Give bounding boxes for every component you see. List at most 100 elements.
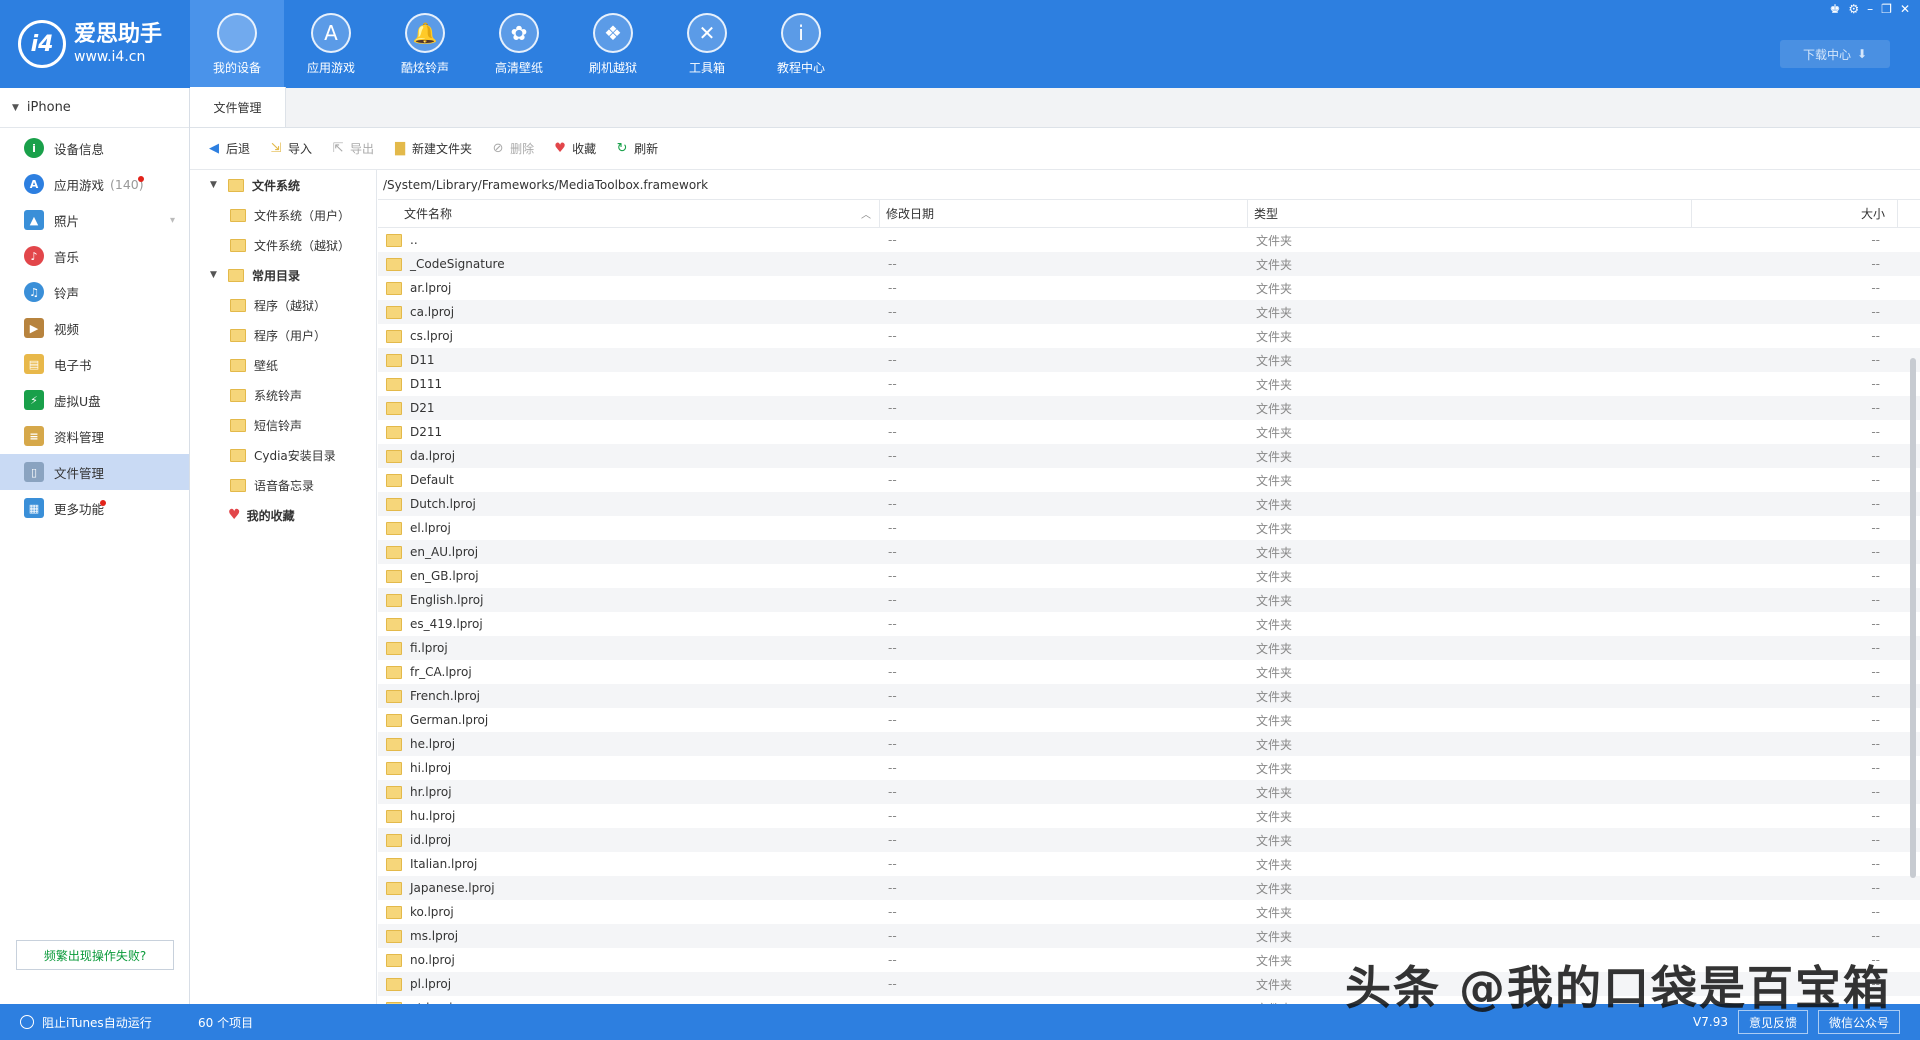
sidebar-item-video[interactable]: ▶ 视频 — [0, 310, 189, 346]
sidebar-item-photos[interactable]: ▲ 照片 ▾ — [0, 202, 189, 238]
column-type[interactable]: 类型 — [1248, 199, 1692, 228]
table-row[interactable]: _CodeSignature -- 文件夹 -- — [378, 252, 1920, 276]
table-row[interactable]: ar.lproj -- 文件夹 -- — [378, 276, 1920, 300]
folder-icon — [230, 418, 246, 432]
help-button[interactable]: 频繁出现操作失败? — [16, 940, 174, 970]
sidebar-item-data-management[interactable]: ≡ 资料管理 — [0, 418, 189, 454]
file-name: en_GB.lproj — [410, 569, 479, 583]
sidebar-item-ebooks[interactable]: ▤ 电子书 — [0, 346, 189, 382]
sidebar-item-device-info[interactable]: i 设备信息 — [0, 130, 189, 166]
table-row[interactable]: German.lproj -- 文件夹 -- — [378, 708, 1920, 732]
table-row[interactable]: D211 -- 文件夹 -- — [378, 420, 1920, 444]
settings-icon[interactable]: ⚙ — [1848, 2, 1859, 16]
column-date[interactable]: 修改日期 — [880, 199, 1248, 228]
file-date: -- — [888, 617, 897, 631]
download-center-button[interactable]: 下载中心 ⬇ — [1780, 40, 1890, 68]
tree-item-fs-jailbreak[interactable]: 文件系统（越狱） — [190, 230, 376, 260]
table-row[interactable]: ko.lproj -- 文件夹 -- — [378, 900, 1920, 924]
table-row[interactable]: Italian.lproj -- 文件夹 -- — [378, 852, 1920, 876]
table-row[interactable]: fr_CA.lproj -- 文件夹 -- — [378, 660, 1920, 684]
tab-file-management[interactable]: 文件管理 — [190, 87, 286, 127]
tree-item-apps-jailbreak[interactable]: 程序（越狱） — [190, 290, 376, 320]
table-row[interactable]: cs.lproj -- 文件夹 -- — [378, 324, 1920, 348]
grid-icon: ▦ — [24, 498, 44, 518]
tree-item-cydia[interactable]: Cydia安装目录 — [190, 440, 376, 470]
table-row[interactable]: Dutch.lproj -- 文件夹 -- — [378, 492, 1920, 516]
table-row[interactable]: French.lproj -- 文件夹 -- — [378, 684, 1920, 708]
column-size[interactable]: 大小 — [1692, 199, 1898, 228]
tree-item-apps-user[interactable]: 程序（用户） — [190, 320, 376, 350]
restore-icon[interactable]: ❐ — [1881, 2, 1892, 16]
file-size: -- — [1871, 593, 1880, 607]
skin-icon[interactable]: ♚ — [1830, 2, 1841, 16]
table-row[interactable]: Japanese.lproj -- 文件夹 -- — [378, 876, 1920, 900]
nav-ringtones[interactable]: 🔔 酷炫铃声 — [378, 0, 472, 88]
table-row[interactable]: en_AU.lproj -- 文件夹 -- — [378, 540, 1920, 564]
file-name: D21 — [410, 401, 435, 415]
window-controls: ♚ ⚙ – ❐ ✕ — [1830, 2, 1910, 16]
sidebar-item-more[interactable]: ▦ 更多功能 — [0, 490, 189, 526]
file-date: -- — [888, 689, 897, 703]
table-row[interactable]: Default -- 文件夹 -- — [378, 468, 1920, 492]
folder-icon — [386, 593, 402, 607]
file-type: 文件夹 — [1256, 617, 1293, 632]
table-row[interactable]: English.lproj -- 文件夹 -- — [378, 588, 1920, 612]
table-row[interactable]: da.lproj -- 文件夹 -- — [378, 444, 1920, 468]
back-button[interactable]: ◀ 后退 — [206, 140, 250, 157]
favorite-button[interactable]: ♥ 收藏 — [552, 140, 596, 157]
sidebar-item-music[interactable]: ♪ 音乐 — [0, 238, 189, 274]
book-icon: ▤ — [24, 354, 44, 374]
table-row[interactable]: ms.lproj -- 文件夹 -- — [378, 924, 1920, 948]
sidebar-item-file-management[interactable]: ▯ 文件管理 — [0, 454, 189, 490]
table-row[interactable]: hi.lproj -- 文件夹 -- — [378, 756, 1920, 780]
nav-my-device[interactable]: 我的设备 — [190, 0, 284, 88]
nav-flash-jailbreak[interactable]: ❖ 刷机越狱 — [566, 0, 660, 88]
path-bar[interactable]: /System/Library/Frameworks/MediaToolbox.… — [378, 170, 1920, 200]
table-row[interactable]: fi.lproj -- 文件夹 -- — [378, 636, 1920, 660]
nav-apps[interactable]: A 应用游戏 — [284, 0, 378, 88]
table-row[interactable]: ca.lproj -- 文件夹 -- — [378, 300, 1920, 324]
table-row[interactable]: D111 -- 文件夹 -- — [378, 372, 1920, 396]
device-header[interactable]: ▼ iPhone — [0, 88, 189, 128]
file-size: -- — [1871, 377, 1880, 391]
table-row[interactable]: D11 -- 文件夹 -- — [378, 348, 1920, 372]
import-button[interactable]: ⇲ 导入 — [268, 140, 312, 157]
table-row[interactable]: .. -- 文件夹 -- — [378, 228, 1920, 252]
refresh-button[interactable]: ↻ 刷新 — [614, 140, 658, 157]
export-button[interactable]: ⇱ 导出 — [330, 140, 374, 157]
new-folder-button[interactable]: ▇ 新建文件夹 — [392, 140, 472, 157]
tree-item-fs-user[interactable]: 文件系统（用户） — [190, 200, 376, 230]
table-row[interactable]: es_419.lproj -- 文件夹 -- — [378, 612, 1920, 636]
minimize-icon[interactable]: – — [1867, 2, 1873, 16]
tree-favorites[interactable]: ♥ 我的收藏 — [190, 500, 376, 530]
delete-button[interactable]: ⊘ 删除 — [490, 140, 534, 157]
tree-item-sms-ringtones[interactable]: 短信铃声 — [190, 410, 376, 440]
nav-wallpapers[interactable]: ✿ 高清壁纸 — [472, 0, 566, 88]
tree-item-wallpaper[interactable]: 壁纸 — [190, 350, 376, 380]
sidebar-item-ringtones[interactable]: ♫ 铃声 — [0, 274, 189, 310]
nav-toolbox[interactable]: ✕ 工具箱 — [660, 0, 754, 88]
table-row[interactable]: id.lproj -- 文件夹 -- — [378, 828, 1920, 852]
table-row[interactable]: en_GB.lproj -- 文件夹 -- — [378, 564, 1920, 588]
table-row[interactable]: el.lproj -- 文件夹 -- — [378, 516, 1920, 540]
tree-item-voice-memos[interactable]: 语音备忘录 — [190, 470, 376, 500]
table-row[interactable]: hu.lproj -- 文件夹 -- — [378, 804, 1920, 828]
file-date: -- — [888, 257, 897, 271]
sidebar-item-apps[interactable]: A 应用游戏 (140) — [0, 166, 189, 202]
vertical-scrollbar[interactable] — [1910, 258, 1918, 998]
file-date: -- — [888, 761, 897, 775]
table-row[interactable]: hr.lproj -- 文件夹 -- — [378, 780, 1920, 804]
tree-file-system[interactable]: ▼ 文件系统 — [190, 170, 376, 200]
tree-common-dirs[interactable]: ▼ 常用目录 — [190, 260, 376, 290]
sidebar-item-virtual-usb[interactable]: ⚡ 虚拟U盘 — [0, 382, 189, 418]
close-icon[interactable]: ✕ — [1900, 2, 1910, 16]
itunes-block-radio[interactable] — [20, 1015, 34, 1029]
column-name[interactable]: 文件名称 ︿ — [378, 199, 880, 228]
folder-icon — [386, 785, 402, 799]
table-row[interactable]: D21 -- 文件夹 -- — [378, 396, 1920, 420]
file-date: -- — [888, 857, 897, 871]
table-row[interactable]: he.lproj -- 文件夹 -- — [378, 732, 1920, 756]
scrollbar-thumb[interactable] — [1910, 358, 1916, 878]
nav-tutorials[interactable]: i 教程中心 — [754, 0, 848, 88]
tree-item-system-ringtones[interactable]: 系统铃声 — [190, 380, 376, 410]
